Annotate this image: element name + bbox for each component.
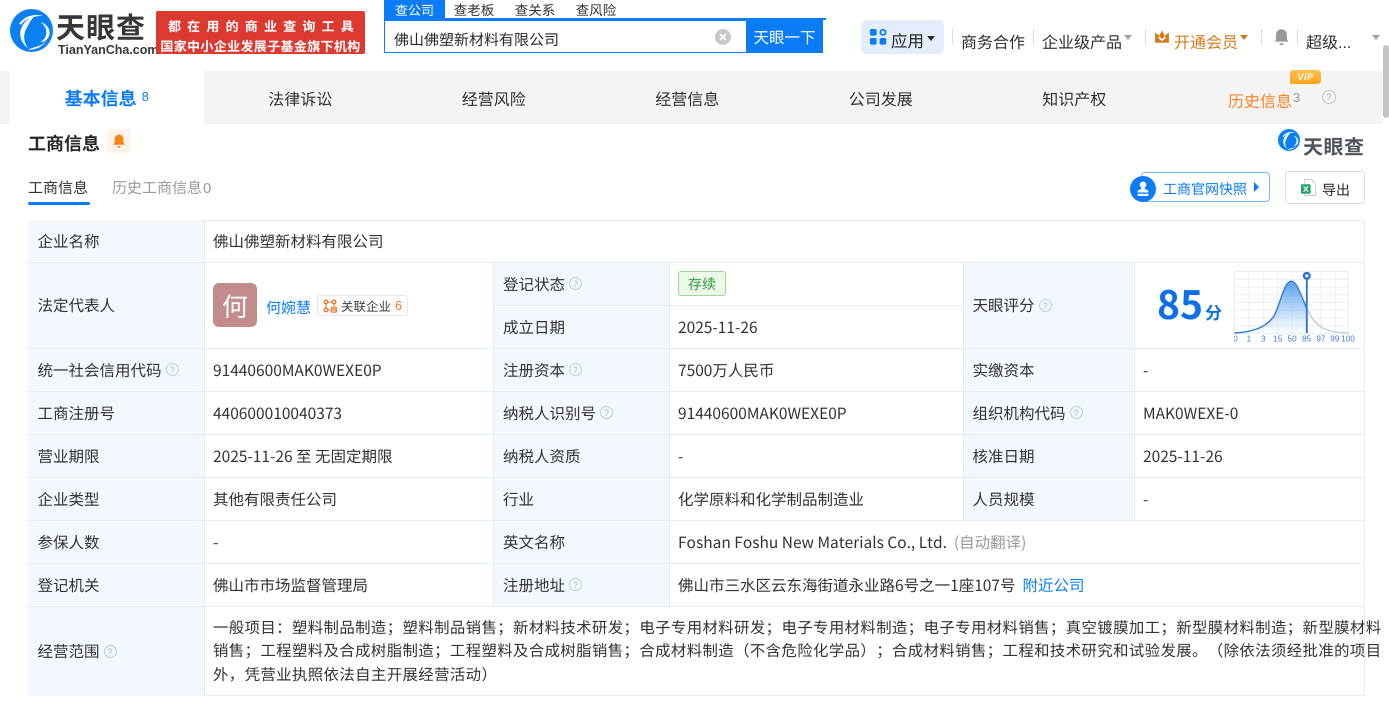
svg-text:100: 100 (1341, 335, 1355, 344)
svg-text:85: 85 (1302, 335, 1312, 344)
svg-text:97: 97 (1316, 335, 1326, 344)
svg-text:50: 50 (1288, 335, 1298, 344)
svg-text:3: 3 (1261, 335, 1266, 344)
svg-text:企: 企 (331, 305, 337, 313)
svg-text:99: 99 (1330, 335, 1340, 344)
svg-text:1: 1 (1247, 335, 1252, 344)
svg-text:0: 0 (1234, 335, 1238, 344)
svg-text:15: 15 (1273, 335, 1283, 344)
